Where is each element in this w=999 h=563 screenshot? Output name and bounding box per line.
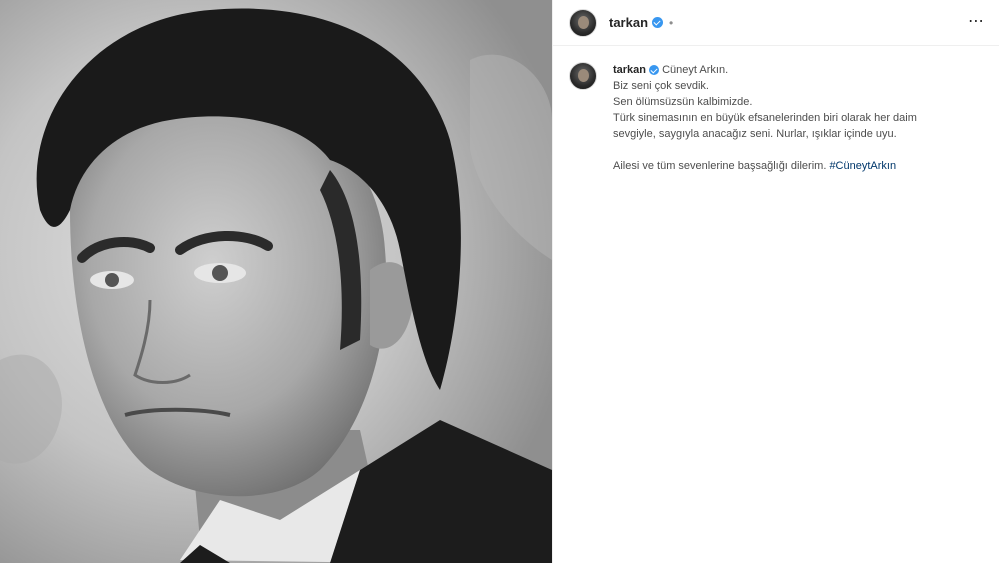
caption: tarkan Cüneyt Arkın. Biz seni çok sevdik… [553,46,999,174]
author-avatar[interactable] [569,8,597,37]
portrait-image [0,0,552,563]
post-photo[interactable] [0,0,552,563]
caption-line: Türk sinemasının en büyük efsanelerinden… [613,112,917,124]
verified-badge-icon [649,65,660,76]
post-details-panel: tarkan • ⋯ tarkan Cüneyt Arkın. Biz seni… [552,0,999,563]
caption-author-avatar[interactable] [569,62,597,90]
caption-condolence-line: Ailesi ve tüm sevenlerine başsağlığı dil… [613,158,953,174]
verified-badge-icon [652,17,664,28]
caption-body: tarkan Cüneyt Arkın. Biz seni çok sevdik… [613,62,953,174]
author-username[interactable]: tarkan [609,15,648,30]
more-options-icon[interactable]: ⋯ [968,14,985,30]
post-header: tarkan • ⋯ [553,0,999,46]
caption-line: Biz seni çok sevdik. [613,80,709,92]
caption-author-username[interactable]: tarkan [613,64,646,76]
caption-line: sevgiyle, saygıyla anacağız seni. Nurlar… [613,128,897,140]
hashtag-link[interactable]: #CüneytArkın [829,160,896,172]
caption-line: Sen ölümsüzsün kalbimizde. [613,96,753,108]
caption-first-line: tarkan Cüneyt Arkın. [613,62,953,78]
caption-condolence: Ailesi ve tüm sevenlerine başsağlığı dil… [613,160,827,172]
header-separator: • [669,15,674,30]
caption-text-first: Cüneyt Arkın. [662,64,729,76]
